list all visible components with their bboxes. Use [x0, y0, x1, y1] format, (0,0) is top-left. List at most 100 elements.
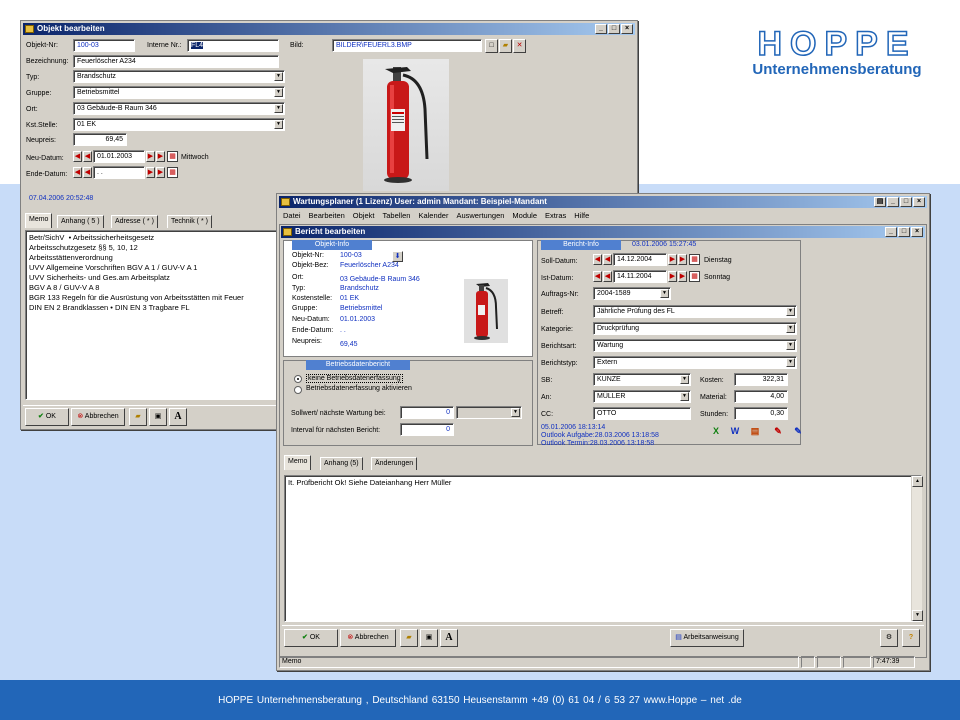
- kosten-field[interactable]: 322,31: [734, 373, 788, 386]
- typ-select[interactable]: Brandschutz ▼: [73, 70, 285, 83]
- maximize-button[interactable]: □: [898, 227, 910, 237]
- help-icon[interactable]: ?: [902, 629, 920, 647]
- chevron-down-icon[interactable]: ▼: [274, 104, 283, 113]
- ist-field[interactable]: 14.11.2004: [613, 270, 667, 283]
- abbrechen-button[interactable]: ⊗ Abbrechen: [340, 629, 396, 647]
- new-file-icon[interactable]: □: [485, 39, 498, 53]
- minimize-button[interactable]: _: [595, 24, 607, 34]
- radio-keine[interactable]: [294, 375, 302, 383]
- chevron-down-icon[interactable]: ▼: [274, 120, 283, 129]
- tab-anhang[interactable]: Anhang ( 5 ): [57, 215, 104, 228]
- menu-kalender[interactable]: Kalender: [418, 210, 448, 222]
- betreff-select[interactable]: Jährliche Prüfung des FL ▼: [593, 305, 797, 318]
- neupreis-field[interactable]: 69,45: [73, 133, 127, 146]
- open-folder-icon[interactable]: ▰: [499, 39, 512, 53]
- minimize-button[interactable]: _: [885, 227, 897, 237]
- print-icon[interactable]: ▤: [874, 197, 886, 207]
- menu-bearbeiten[interactable]: Bearbeiten: [309, 210, 345, 222]
- font-icon[interactable]: A: [169, 408, 187, 426]
- excel-icon[interactable]: X: [709, 424, 723, 438]
- tab-memo[interactable]: Memo: [25, 213, 53, 228]
- save-icon[interactable]: ▣: [420, 629, 438, 647]
- einheit-select[interactable]: ▼: [456, 406, 522, 419]
- scroll-down-icon[interactable]: ▼: [912, 610, 923, 621]
- berichtstyp-select[interactable]: Extern ▼: [593, 356, 797, 369]
- first-icon[interactable]: ◀: [73, 151, 82, 162]
- endedatum-field[interactable]: . .: [93, 166, 145, 179]
- ok-button[interactable]: ✔ OK: [284, 629, 338, 647]
- last-icon[interactable]: ▶: [156, 151, 165, 162]
- berichtsart-select[interactable]: Wartung ▼: [593, 339, 797, 352]
- ort-select[interactable]: 03 Gebäude-B Raum 346 ▼: [73, 102, 285, 115]
- menu-objekt[interactable]: Objekt: [353, 210, 375, 222]
- maximize-button[interactable]: □: [608, 24, 620, 34]
- menu-extras[interactable]: Extras: [545, 210, 566, 222]
- last-icon[interactable]: ▶: [678, 254, 687, 265]
- next-icon[interactable]: ▶: [668, 254, 677, 265]
- memo-scrollbar[interactable]: ▲ ▼: [911, 476, 923, 621]
- first-icon[interactable]: ◀: [593, 254, 602, 265]
- chevron-down-icon[interactable]: ▼: [274, 72, 283, 81]
- memo-text[interactable]: It. Prüfbericht Ok! Siehe Dateianhang He…: [284, 475, 922, 622]
- chevron-down-icon[interactable]: ▼: [786, 307, 795, 316]
- next-icon[interactable]: ▶: [668, 271, 677, 282]
- prev-icon[interactable]: ◀: [603, 254, 612, 265]
- tab-adresse[interactable]: Adresse ( * ): [111, 215, 158, 228]
- bild-path-field[interactable]: BILDER\FEUERL3.BMP: [332, 39, 482, 52]
- prev-icon[interactable]: ◀: [83, 151, 92, 162]
- menu-datei[interactable]: Datei: [283, 210, 301, 222]
- open-folder-icon[interactable]: ▰: [400, 629, 418, 647]
- chevron-down-icon[interactable]: ▼: [274, 88, 283, 97]
- outlook-task-icon[interactable]: ✎: [771, 424, 785, 438]
- chevron-down-icon[interactable]: ▼: [680, 392, 689, 401]
- tab-aenderungen[interactable]: Änderungen: [371, 457, 418, 470]
- kst-select[interactable]: 01 EK ▼: [73, 118, 285, 131]
- internenr-field[interactable]: FL4: [187, 39, 279, 52]
- neudatum-field[interactable]: 01.01.2003: [93, 150, 145, 163]
- menu-auswertungen[interactable]: Auswertungen: [456, 210, 504, 222]
- next-icon[interactable]: ▶: [146, 151, 155, 162]
- next-icon[interactable]: ▶: [146, 167, 155, 178]
- sb-select[interactable]: KUNZE ▼: [593, 373, 691, 386]
- radio-keine-label[interactable]: keine Betriebsdatenerfassung: [306, 374, 403, 383]
- chevron-down-icon[interactable]: ▼: [786, 358, 795, 367]
- close-button[interactable]: ×: [911, 227, 923, 237]
- sollwert-field[interactable]: 0: [400, 406, 454, 419]
- intervall-field[interactable]: 0: [400, 423, 454, 436]
- close-button[interactable]: ×: [913, 197, 925, 207]
- menu-hilfe[interactable]: Hilfe: [574, 210, 589, 222]
- tab-technik[interactable]: Technik ( * ): [167, 215, 212, 228]
- calendar-icon[interactable]: ▦: [167, 167, 178, 178]
- ok-button[interactable]: ✔ OK: [25, 408, 69, 426]
- download-icon[interactable]: ⬇: [392, 251, 403, 262]
- minimize-button[interactable]: _: [887, 197, 899, 207]
- abbrechen-button[interactable]: ⊗ Abbrechen: [71, 408, 125, 426]
- kategorie-select[interactable]: Druckprüfung ▼: [593, 322, 797, 335]
- delete-icon[interactable]: ✕: [513, 39, 526, 53]
- radio-aktivieren-label[interactable]: Betriebsdatenerfassung aktivieren: [306, 385, 412, 392]
- chevron-down-icon[interactable]: ▼: [786, 341, 795, 350]
- outlook-appointment-icon[interactable]: ✎: [791, 424, 805, 438]
- calendar-icon[interactable]: ▦: [689, 271, 700, 282]
- objektnr-field[interactable]: 100-03: [73, 39, 135, 52]
- chevron-down-icon[interactable]: ▼: [680, 375, 689, 384]
- prev-icon[interactable]: ◀: [603, 271, 612, 282]
- stunden-field[interactable]: 0,30: [734, 407, 788, 420]
- menu-module[interactable]: Module: [512, 210, 537, 222]
- first-icon[interactable]: ◀: [593, 271, 602, 282]
- auftrag-select[interactable]: 2004-1589 ▼: [593, 287, 671, 300]
- calendar-icon[interactable]: ▦: [689, 254, 700, 265]
- calendar-icon[interactable]: ▦: [167, 151, 178, 162]
- word-icon[interactable]: W: [728, 424, 742, 438]
- open-folder-icon[interactable]: ▰: [129, 408, 147, 426]
- radio-aktivieren[interactable]: [294, 386, 302, 394]
- save-icon[interactable]: ▣: [149, 408, 167, 426]
- tools-icon[interactable]: ⚙: [880, 629, 898, 647]
- maximize-button[interactable]: □: [900, 197, 912, 207]
- first-icon[interactable]: ◀: [73, 167, 82, 178]
- material-field[interactable]: 4,00: [734, 390, 788, 403]
- an-select[interactable]: MÜLLER ▼: [593, 390, 691, 403]
- close-button[interactable]: ×: [621, 24, 633, 34]
- arbeitsanweisung-button[interactable]: ▤ Arbeitsanweisung: [670, 629, 744, 647]
- bezeichnung-field[interactable]: Feuerlöscher A234: [73, 55, 279, 68]
